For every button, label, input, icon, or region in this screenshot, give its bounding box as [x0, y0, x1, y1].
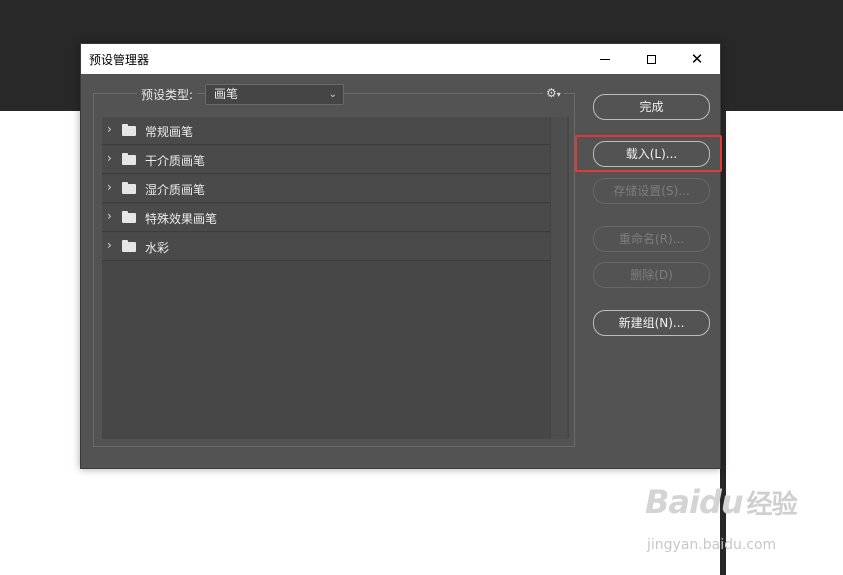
watermark-logo-text: Baidu [645, 483, 744, 521]
list-item-label: 水彩 [145, 241, 170, 255]
rename-button[interactable]: 重命名(R)... [593, 226, 710, 252]
save-set-button[interactable]: 存储设置(S)... [593, 178, 710, 204]
maximize-icon [646, 54, 656, 64]
list-item[interactable]: › 特殊效果画笔 [102, 204, 550, 232]
new-group-button[interactable]: 新建组(N)... [593, 310, 710, 336]
list-item-label: 干介质画笔 [145, 154, 206, 168]
gear-icon: ⚙ [546, 86, 557, 100]
done-button[interactable]: 完成 [593, 94, 710, 120]
chevron-right-icon[interactable]: › [107, 151, 112, 165]
preset-type-value: 画笔 [214, 87, 239, 101]
chevron-right-icon[interactable]: › [107, 209, 112, 223]
preset-manager-dialog: 预设管理器 ✕ 预设类型: 画笔 ⌄ ⚙▾ › 常规画笔 › 干介质画笔 › 湿… [80, 43, 722, 469]
folder-icon [122, 124, 136, 136]
gear-menu-button[interactable]: ⚙▾ [543, 85, 564, 103]
list-scrollbar[interactable] [550, 117, 567, 439]
close-button[interactable]: ✕ [674, 44, 720, 74]
folder-icon [122, 211, 136, 223]
list-item-label: 常规画笔 [145, 125, 194, 139]
chevron-down-icon: ⌄ [328, 89, 337, 100]
list-item[interactable]: › 水彩 [102, 233, 550, 261]
close-icon: ✕ [690, 49, 704, 68]
delete-button[interactable]: 删除(D) [593, 262, 710, 288]
list-item-label: 特殊效果画笔 [145, 212, 218, 226]
list-item-label: 湿介质画笔 [145, 183, 206, 197]
load-button[interactable]: 载入(L)... [593, 141, 710, 167]
chevron-right-icon[interactable]: › [107, 122, 112, 136]
maximize-button[interactable] [628, 44, 674, 74]
title-bar[interactable]: 预设管理器 ✕ [81, 44, 720, 74]
chevron-right-icon[interactable]: › [107, 180, 112, 194]
list-item[interactable]: › 常规画笔 [102, 117, 550, 145]
watermark-logo: Baidu 经验 [645, 483, 798, 521]
folder-icon [122, 182, 136, 194]
dialog-title: 预设管理器 [89, 53, 150, 67]
list-item[interactable]: › 干介质画笔 [102, 146, 550, 174]
caret-down-icon: ▾ [556, 90, 561, 99]
folder-icon [122, 240, 136, 252]
preset-type-dropdown[interactable]: 画笔 ⌄ [205, 84, 344, 105]
minimize-button[interactable] [582, 44, 628, 74]
preset-list[interactable]: › 常规画笔 › 干介质画笔 › 湿介质画笔 › 特殊效果画笔 › 水彩 [102, 117, 569, 439]
watermark-url: jingyan.baidu.com [647, 537, 777, 553]
folder-icon [122, 153, 136, 165]
watermark-logo-suffix: 经验 [746, 490, 798, 520]
minimize-icon [600, 58, 610, 60]
list-item[interactable]: › 湿介质画笔 [102, 175, 550, 203]
preset-type-label: 预设类型: [137, 86, 198, 104]
chevron-right-icon[interactable]: › [107, 238, 112, 252]
